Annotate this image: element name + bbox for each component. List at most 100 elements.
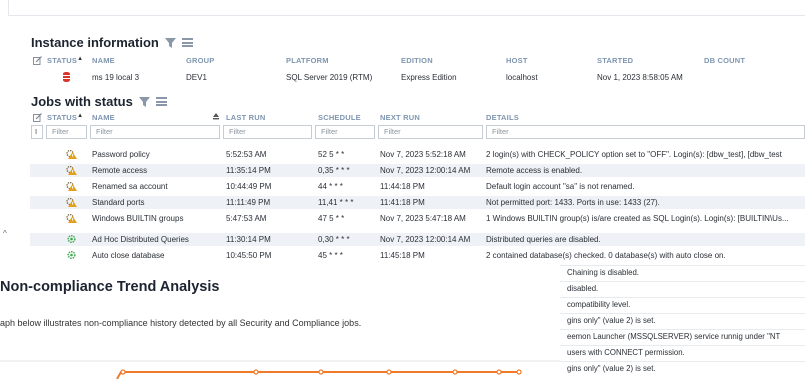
instance-edition: Express Edition (401, 73, 457, 82)
jobs-col-last-run[interactable]: LAST RUN (226, 113, 266, 122)
trend-analysis-title: Non-compliance Trend Analysis (0, 279, 220, 295)
instance-host: localhost (506, 73, 538, 82)
col-started[interactable]: STARTED (597, 56, 633, 65)
warning-gear-icon (66, 165, 77, 175)
row-divider (560, 313, 805, 314)
job-last-run: 11:35:14 PM (226, 166, 271, 175)
trend-point (496, 369, 502, 375)
job-name[interactable]: Remote access (92, 166, 147, 175)
top-panel-fragment (8, 0, 805, 16)
job-last-run: 11:30:14 PM (226, 235, 271, 244)
jobs-with-status-header: Jobs with status (31, 94, 167, 109)
row-divider (560, 281, 805, 282)
database-error-icon (63, 72, 70, 82)
job-details: Not permitted port: 1433. Ports in use: … (486, 198, 660, 207)
job-details: 2 login(s) with CHECK_POLICY option set … (486, 150, 782, 159)
job-next-run: 11:45:18 PM (380, 251, 425, 260)
job-name[interactable]: Password policy (92, 150, 150, 159)
col-name[interactable]: NAME (92, 56, 115, 65)
row-divider (560, 265, 805, 266)
menu-icon[interactable] (155, 97, 167, 106)
col-edition[interactable]: EDITION (401, 56, 433, 65)
col-status[interactable]: STATUS▲ (47, 56, 83, 65)
ok-gear-icon (67, 234, 76, 244)
job-details: Remote access is enabled. (486, 166, 583, 175)
jobs-col-next-run[interactable]: NEXT RUN (380, 113, 420, 122)
instance-information-header: Instance information (31, 35, 193, 50)
instance-group: DEV1 (186, 73, 207, 82)
row-divider (560, 329, 805, 330)
sort-az-icon[interactable] (213, 113, 219, 121)
job-name[interactable]: Auto close database (92, 251, 165, 260)
job-last-run: 11:11:49 PM (226, 198, 271, 207)
trend-point (318, 369, 324, 375)
instance-started: Nov 1, 2023 8:58:05 AM (597, 73, 683, 82)
job-name[interactable]: Windows BUILTIN groups (92, 214, 183, 223)
job-details-overflow: compatibility level. (567, 300, 631, 309)
trend-point (516, 369, 522, 375)
filter-toggle[interactable]: I (31, 125, 43, 139)
job-details-overflow: eemon Launcher (MSSQLSERVER) service run… (567, 332, 781, 341)
filter-last-run[interactable]: Filter (223, 125, 312, 139)
job-details-overflow: gins only" (value 2) is set. (567, 364, 656, 373)
col-group[interactable]: GROUP (186, 56, 215, 65)
job-last-run: 10:44:49 PM (226, 182, 272, 191)
jobs-col-name[interactable]: NAME (92, 113, 115, 122)
instance-platform: SQL Server 2019 (RTM) (286, 73, 373, 82)
job-details-overflow: gins only" (value 2) is set. (567, 316, 656, 325)
job-schedule: 44 * * * (318, 182, 343, 191)
trend-analysis-description: aph below illustrates non-compliance his… (0, 318, 362, 328)
job-next-run: 11:44:18 PM (380, 182, 425, 191)
job-last-run: 5:52:53 AM (226, 150, 267, 159)
job-details: 1 Windows BUILTIN group(s) is/are create… (486, 214, 789, 223)
jobs-col-schedule[interactable]: SCHEDULE (318, 113, 361, 122)
scroll-up-caret[interactable]: ^ (3, 229, 7, 238)
filter-next-run[interactable]: Filter (378, 125, 483, 139)
job-name[interactable]: Ad Hoc Distributed Queries (92, 235, 189, 244)
job-schedule: 0,30 * * * (318, 235, 350, 244)
job-next-run: 11:41:18 PM (380, 198, 425, 207)
col-host[interactable]: HOST (506, 56, 528, 65)
instance-name[interactable]: ms 19 local 3 (92, 73, 139, 82)
job-next-run: Nov 7, 2023 5:52:18 AM (380, 150, 466, 159)
ok-gear-icon (67, 250, 76, 260)
trend-chart (0, 360, 560, 379)
jobs-col-status[interactable]: STATUS▲ (47, 113, 83, 122)
filter-icon[interactable] (164, 37, 176, 48)
job-details-overflow: Chaining is disabled. (567, 268, 639, 277)
job-schedule: 11,41 * * * (318, 198, 354, 207)
job-name[interactable]: Renamed sa account (92, 182, 168, 191)
filter-schedule[interactable]: Filter (315, 125, 375, 139)
job-schedule: 47 5 * * (318, 214, 345, 223)
edit-icon[interactable] (33, 56, 42, 65)
job-name[interactable]: Standard ports (92, 198, 144, 207)
edit-icon[interactable] (33, 113, 42, 122)
job-last-run: 10:45:50 PM (226, 251, 272, 260)
filter-details[interactable]: Filter (486, 125, 805, 139)
job-details: Distributed queries are disabled. (486, 235, 601, 244)
col-platform[interactable]: PLATFORM (286, 56, 329, 65)
job-details-overflow: disabled. (567, 284, 599, 293)
warning-gear-icon (66, 197, 77, 207)
col-db-count[interactable]: DB COUNT (704, 56, 745, 65)
job-details: 2 contained database(s) checked. 0 datab… (486, 251, 726, 260)
job-next-run: Nov 7, 2023 12:00:14 AM (380, 166, 471, 175)
job-details: Default login account "sa" is not rename… (486, 182, 635, 191)
job-schedule: 0,35 * * * (318, 166, 350, 175)
job-schedule: 52 5 * * (318, 150, 345, 159)
jobs-col-details[interactable]: DETAILS (486, 113, 519, 122)
row-divider (560, 297, 805, 298)
trend-point (452, 369, 458, 375)
job-details-overflow: users with CONNECT permission. (567, 348, 685, 357)
warning-gear-icon (66, 149, 77, 159)
job-schedule: 45 * * * (318, 251, 343, 260)
filter-status[interactable]: Filter (46, 125, 87, 139)
menu-icon[interactable] (181, 38, 193, 47)
warning-gear-icon (66, 181, 77, 191)
job-last-run: 5:47:53 AM (226, 214, 267, 223)
filter-icon[interactable] (138, 96, 150, 107)
trend-point (120, 369, 126, 375)
filter-name[interactable]: Filter (90, 125, 220, 139)
instance-information-title: Instance information (31, 35, 159, 50)
job-next-run: Nov 7, 2023 5:47:18 AM (380, 214, 466, 223)
